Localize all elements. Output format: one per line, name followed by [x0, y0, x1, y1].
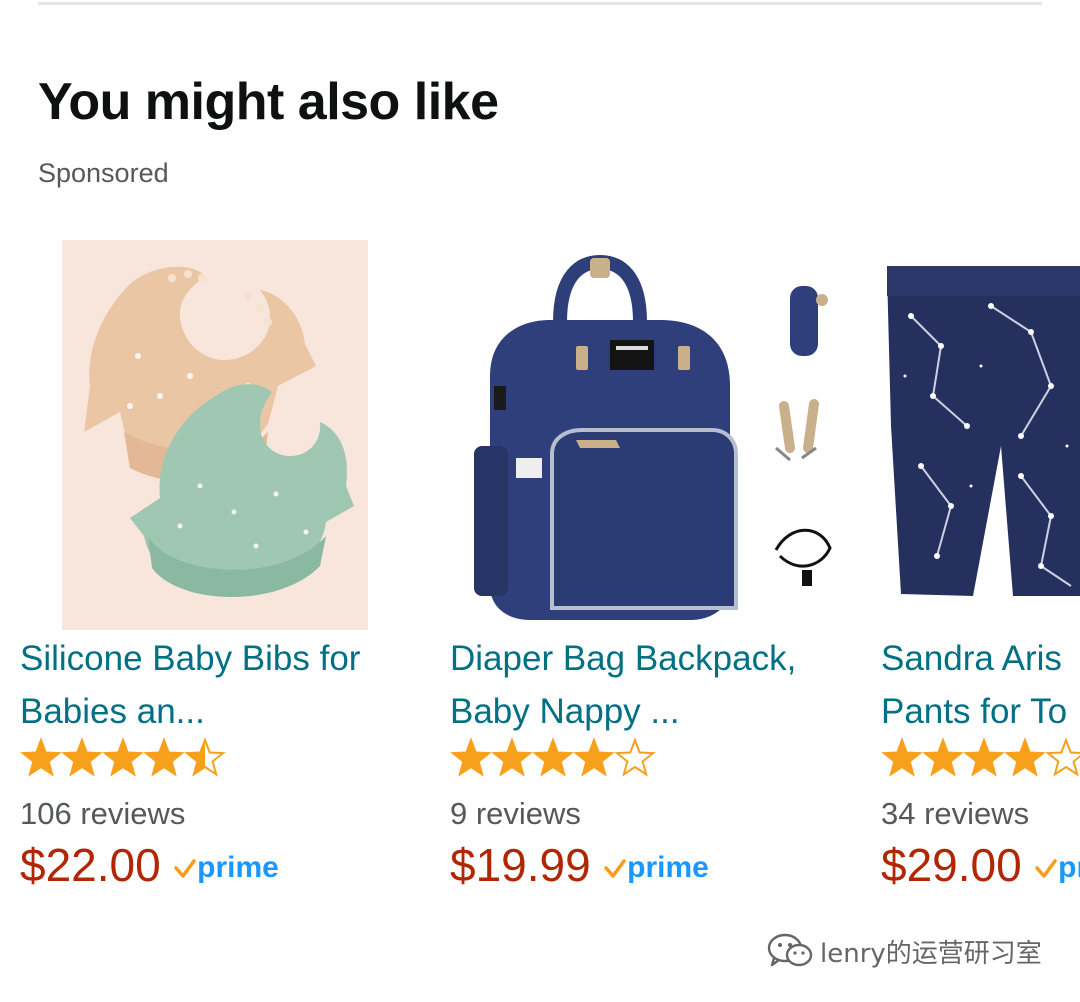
- product-card[interactable]: Silicone Baby Bibs for Babies an... 106 …: [20, 236, 420, 916]
- prime-label: prime: [627, 851, 709, 884]
- price-row: $22.00 prime: [20, 838, 279, 898]
- product-image-baby-bibs[interactable]: [20, 236, 420, 630]
- watermark-text: lenry的运营研习室: [820, 938, 1042, 969]
- star-rating[interactable]: [20, 736, 230, 780]
- star-fill: [575, 740, 613, 775]
- star-fill: [145, 740, 183, 775]
- product-image-constellation-pants[interactable]: [881, 236, 1080, 630]
- star-fill: [883, 740, 921, 775]
- prime-badge: prime: [1034, 851, 1080, 885]
- star-rating[interactable]: [450, 736, 660, 780]
- price: $29.00: [881, 839, 1022, 891]
- sponsored-label: Sponsored: [38, 158, 169, 188]
- price-row: $19.99 prime: [450, 838, 709, 898]
- top-divider: [38, 2, 1042, 5]
- section-title: You might also like: [38, 73, 499, 131]
- prime-check-icon: [604, 859, 626, 878]
- product-card[interactable]: Diaper Bag Backpack, Baby Nappy ... 9 re…: [450, 236, 850, 916]
- watermark: lenry的运营研习室: [766, 928, 1042, 974]
- prime-check-icon: [174, 859, 196, 878]
- price: $22.00: [20, 839, 161, 891]
- star-fill: [63, 740, 101, 775]
- star-icon: [614, 737, 656, 777]
- prime-label: prime: [197, 851, 279, 884]
- review-count-link[interactable]: 34 reviews: [881, 796, 1029, 832]
- star-fill: [452, 740, 490, 775]
- star-fill: [1006, 740, 1044, 775]
- product-title-link[interactable]: Silicone Baby Bibs for Babies an...: [20, 632, 450, 738]
- star-fill: [493, 740, 531, 775]
- star-fill: [534, 740, 572, 775]
- prime-badge: prime: [603, 851, 709, 885]
- product-card[interactable]: Sandra Aris Pants for To 34 reviews $29.…: [881, 236, 1080, 916]
- prime-badge: prime: [173, 851, 279, 885]
- wechat-icon: [767, 933, 813, 967]
- product-title-link[interactable]: Diaper Bag Backpack, Baby Nappy ...: [450, 632, 880, 738]
- star-icon: [1045, 737, 1080, 777]
- review-count-link[interactable]: 9 reviews: [450, 796, 581, 832]
- star-rating[interactable]: [881, 736, 1080, 780]
- prime-label: prime: [1058, 851, 1080, 884]
- star-fill: [22, 740, 60, 775]
- review-count-link[interactable]: 106 reviews: [20, 796, 185, 832]
- star-fill: [965, 740, 1003, 775]
- product-carousel[interactable]: Silicone Baby Bibs for Babies an... 106 …: [0, 236, 1080, 916]
- prime-check-icon: [1035, 859, 1057, 878]
- product-image-diaper-bag[interactable]: [450, 236, 850, 630]
- product-title-link[interactable]: Sandra Aris Pants for To: [881, 632, 1080, 738]
- price: $19.99: [450, 839, 591, 891]
- star-fill: [924, 740, 962, 775]
- star-fill: [104, 740, 142, 775]
- price-row: $29.00 prime: [881, 838, 1080, 898]
